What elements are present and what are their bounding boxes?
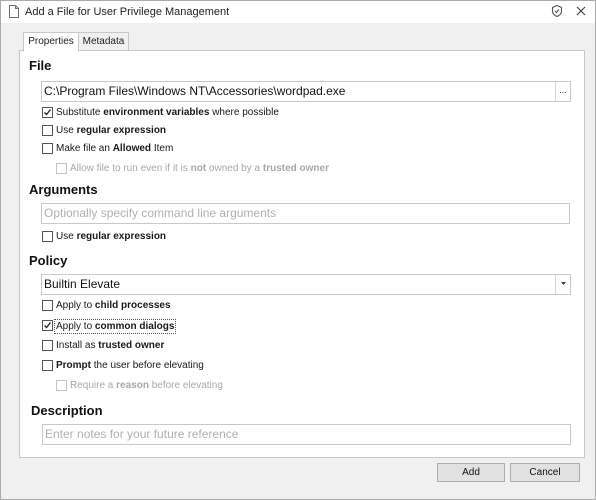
policy-selected-value: Builtin Elevate bbox=[44, 277, 121, 291]
checkbox-box[interactable] bbox=[42, 125, 53, 136]
checkbox-box bbox=[56, 163, 67, 174]
shield-icon[interactable] bbox=[550, 4, 564, 18]
cancel-button[interactable]: Cancel bbox=[510, 463, 580, 482]
checkbox-label: Allow file to run even if it is not owne… bbox=[70, 163, 329, 174]
checkmark-icon bbox=[44, 322, 52, 329]
tab-metadata[interactable]: Metadata bbox=[78, 32, 129, 51]
checkbox-box[interactable] bbox=[42, 300, 53, 311]
file-path-input[interactable]: C:\Program Files\Windows NT\Accessories\… bbox=[41, 81, 571, 102]
policy-select[interactable]: Builtin Elevate bbox=[41, 274, 571, 295]
add-button[interactable]: Add bbox=[437, 463, 505, 482]
checkbox-label: Require a reason before elevating bbox=[70, 380, 223, 391]
arguments-heading: Arguments bbox=[29, 182, 98, 197]
description-heading: Description bbox=[31, 403, 103, 418]
checkbox-label: Use regular expression bbox=[56, 125, 167, 136]
arguments-input[interactable]: Optionally specify command line argument… bbox=[41, 203, 570, 224]
checkbox-box[interactable] bbox=[42, 143, 53, 154]
checkbox-box[interactable] bbox=[42, 340, 53, 351]
checkbox-label: Apply to child processes bbox=[56, 300, 171, 311]
dialog-window: Add a File for User Privilege Management… bbox=[0, 0, 596, 500]
description-input[interactable]: Enter notes for your future reference bbox=[42, 424, 571, 445]
description-placeholder: Enter notes for your future reference bbox=[45, 427, 239, 441]
checkmark-icon bbox=[44, 109, 52, 116]
checkbox-label: Prompt the user before elevating bbox=[56, 360, 204, 371]
policy-heading: Policy bbox=[29, 253, 68, 268]
checkbox-box[interactable] bbox=[42, 107, 53, 118]
checkbox-label: Make file an Allowed Item bbox=[56, 143, 174, 154]
checkbox-label: Substitute environment variables where p… bbox=[56, 107, 279, 118]
chevron-down-icon bbox=[560, 282, 566, 285]
window-title: Add a File for User Privilege Management bbox=[25, 6, 230, 18]
checkbox-label: Apply to common dialogs bbox=[54, 319, 177, 334]
checkbox-box[interactable] bbox=[42, 360, 53, 371]
title-bar: Add a File for User Privilege Management bbox=[1, 1, 595, 23]
close-icon[interactable] bbox=[574, 4, 588, 18]
checkbox-label: Use regular expression bbox=[56, 231, 167, 242]
checkbox-box bbox=[56, 380, 67, 391]
dropdown-button[interactable] bbox=[555, 275, 570, 294]
checkbox-box[interactable] bbox=[42, 320, 53, 331]
checkbox-label: Install as trusted owner bbox=[56, 340, 165, 351]
browse-button[interactable]: ... bbox=[555, 82, 570, 101]
file-heading: File bbox=[29, 58, 52, 73]
arguments-placeholder: Optionally specify command line argument… bbox=[44, 206, 277, 220]
tab-properties[interactable]: Properties bbox=[23, 32, 79, 52]
document-icon bbox=[9, 5, 19, 18]
file-path-value: C:\Program Files\Windows NT\Accessories\… bbox=[44, 84, 346, 98]
checkbox-box[interactable] bbox=[42, 231, 53, 242]
